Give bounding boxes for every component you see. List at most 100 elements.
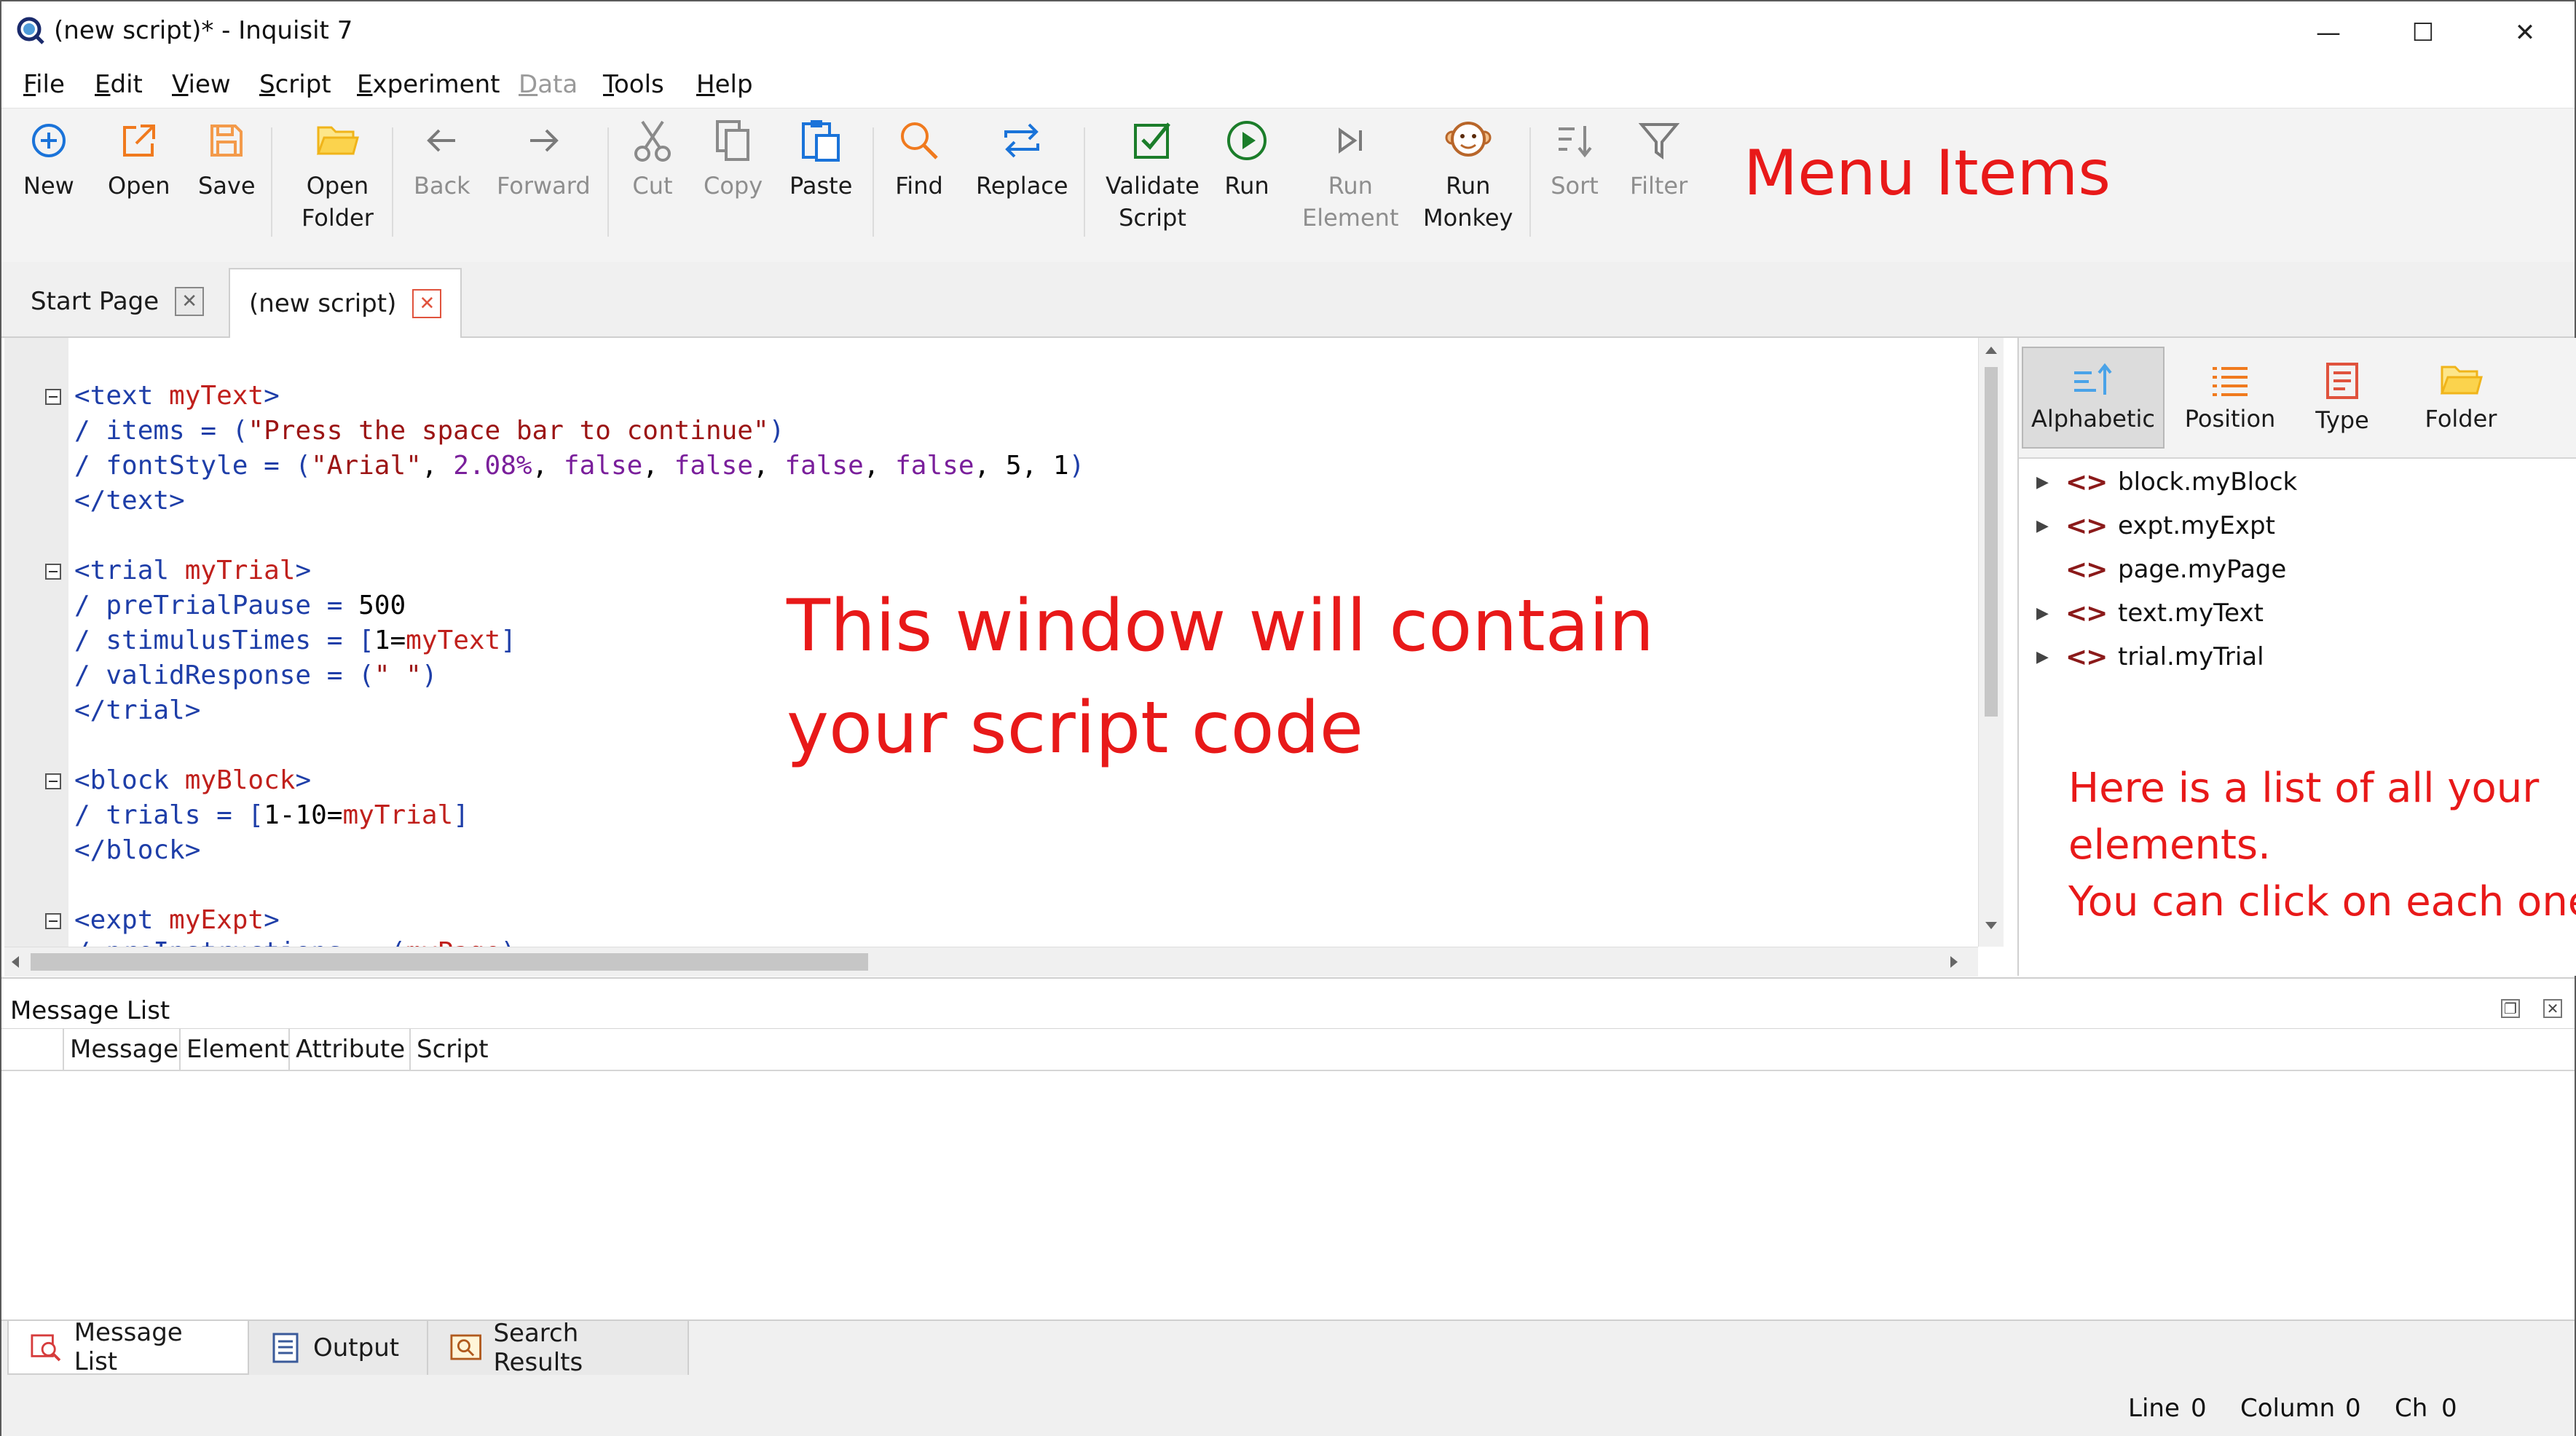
element-item-trial[interactable]: ▶ <> trial.myTrial bbox=[2036, 635, 2264, 679]
run-element-button[interactable]: Run Element bbox=[1302, 116, 1398, 234]
forward-button[interactable]: Forward bbox=[497, 116, 591, 202]
paste-button[interactable]: Paste bbox=[789, 116, 852, 202]
sort-type-button[interactable]: Type bbox=[2291, 347, 2393, 449]
filter-button[interactable]: Filter bbox=[1630, 116, 1687, 202]
expand-arrow-icon[interactable]: ▶ bbox=[2036, 517, 2065, 535]
scroll-up-icon[interactable] bbox=[1984, 344, 1998, 355]
menu-view[interactable]: View bbox=[172, 70, 231, 99]
column-header-element[interactable]: Element bbox=[179, 1029, 291, 1070]
expand-arrow-icon[interactable]: ▶ bbox=[2036, 473, 2065, 492]
column-header-attribute[interactable]: Attribute bbox=[288, 1029, 411, 1070]
sort-folder-button[interactable]: Folder bbox=[2398, 347, 2524, 449]
expand-arrow-icon[interactable]: ▶ bbox=[2036, 648, 2065, 666]
element-item-text[interactable]: ▶ <> text.myText bbox=[2036, 591, 2264, 635]
close-icon[interactable]: ✕ bbox=[175, 287, 205, 316]
minimize-button[interactable]: — bbox=[2281, 7, 2376, 58]
close-panel-button[interactable]: ✕ bbox=[2543, 999, 2562, 1018]
editor-horizontal-scrollbar[interactable] bbox=[4, 947, 1978, 977]
code-token: myTrial bbox=[169, 556, 296, 585]
run-monkey-button[interactable]: Run Monkey bbox=[1423, 116, 1513, 234]
find-button[interactable]: Find bbox=[894, 116, 944, 202]
cut-button[interactable]: Cut bbox=[628, 116, 677, 202]
editor-vertical-scrollbar[interactable] bbox=[1978, 338, 2004, 947]
menu-script[interactable]: Script bbox=[259, 70, 331, 99]
sort-alphabetic-icon bbox=[2074, 363, 2112, 395]
status-line-value: 0 bbox=[2191, 1394, 2207, 1423]
open-folder-button[interactable]: Open Folder bbox=[302, 116, 374, 234]
new-button[interactable]: New bbox=[23, 116, 74, 202]
menu-edit[interactable]: Edit bbox=[95, 70, 143, 99]
replace-label: Replace bbox=[976, 172, 1068, 200]
run-element-label-line2: Element bbox=[1302, 204, 1399, 232]
save-button[interactable]: Save bbox=[198, 116, 256, 202]
validate-script-button[interactable]: Validate Script bbox=[1106, 116, 1200, 234]
tab-new-script[interactable]: (new script) ✕ bbox=[229, 268, 462, 338]
fold-toggle[interactable] bbox=[45, 389, 61, 405]
script-annotation-line2: your script code bbox=[787, 687, 1364, 770]
menu-view-label: iew bbox=[188, 70, 231, 99]
menu-data[interactable]: Data bbox=[519, 70, 578, 99]
code-line: / items = ("Press the space bar to conti… bbox=[74, 414, 784, 449]
scissors-icon bbox=[628, 116, 677, 165]
scroll-down-icon[interactable] bbox=[1984, 920, 1998, 932]
code-token: , bbox=[1021, 451, 1053, 481]
code-line: <trial myTrial> bbox=[74, 553, 311, 588]
open-label: Open bbox=[108, 172, 170, 200]
replace-button[interactable]: Replace bbox=[976, 116, 1068, 202]
scroll-right-icon[interactable] bbox=[1949, 955, 1961, 969]
tab-start-page[interactable]: Start Page ✕ bbox=[12, 268, 223, 335]
save-label: Save bbox=[198, 172, 256, 200]
tab-search-results[interactable]: Search Results bbox=[428, 1319, 689, 1377]
code-token: / validResponse = ( bbox=[74, 660, 374, 690]
horizontal-scroll-thumb[interactable] bbox=[31, 953, 868, 971]
menu-experiment[interactable]: Experiment bbox=[357, 70, 500, 99]
close-window-button[interactable]: ✕ bbox=[2478, 7, 2572, 58]
sort-button[interactable]: Sort bbox=[1550, 116, 1599, 202]
code-token: / preTrialPause = bbox=[74, 591, 359, 620]
document-type-icon bbox=[2326, 363, 2358, 399]
element-item-page[interactable]: <> page.myPage bbox=[2036, 548, 2286, 591]
code-line: / preTrialPause = 500 bbox=[74, 588, 406, 623]
fold-toggle[interactable] bbox=[45, 773, 61, 789]
forward-label: Forward bbox=[497, 172, 591, 200]
inquisit-logo-icon bbox=[17, 17, 44, 44]
menu-tools[interactable]: Tools bbox=[603, 70, 664, 99]
copy-button[interactable]: Copy bbox=[704, 116, 763, 202]
new-label: New bbox=[23, 172, 74, 200]
run-button[interactable]: Run bbox=[1222, 116, 1272, 202]
status-line-label: Line bbox=[2128, 1394, 2180, 1423]
fold-toggle[interactable] bbox=[45, 913, 61, 929]
code-token: ] bbox=[500, 626, 516, 655]
maximize-button[interactable]: ☐ bbox=[2376, 7, 2470, 58]
column-header-script[interactable]: Script bbox=[409, 1029, 511, 1070]
elements-list-annotation: Here is a list of all your elements. You c… bbox=[2068, 760, 2576, 931]
tab-search-results-label: Search Results bbox=[493, 1319, 583, 1377]
sort-position-button[interactable]: Position bbox=[2172, 347, 2288, 449]
fold-toggle[interactable] bbox=[45, 564, 61, 580]
menu-help[interactable]: Help bbox=[696, 70, 753, 99]
element-item-label: page.myPage bbox=[2118, 555, 2287, 584]
float-panel-button[interactable]: ❐ bbox=[2501, 999, 2520, 1018]
column-header-message[interactable]: Message bbox=[63, 1029, 186, 1070]
element-item-expt[interactable]: ▶ <> expt.myExpt bbox=[2036, 504, 2275, 548]
code-token: / fontStyle = ( bbox=[74, 451, 312, 481]
sort-folder-label: Folder bbox=[2425, 405, 2497, 433]
scroll-left-icon[interactable] bbox=[9, 955, 20, 969]
code-token: , bbox=[974, 451, 1006, 481]
element-item-block[interactable]: ▶ <> block.myBlock bbox=[2036, 460, 2297, 504]
sort-alphabetic-button[interactable]: Alphabetic bbox=[2022, 347, 2165, 449]
menu-script-label: cript bbox=[275, 70, 331, 99]
validate-script-label-line2: Script bbox=[1119, 204, 1186, 232]
menu-file[interactable]: File bbox=[23, 70, 65, 99]
tab-output[interactable]: Output bbox=[249, 1321, 428, 1375]
tab-message-list[interactable]: Message List bbox=[7, 1318, 249, 1376]
code-line: <text myText> bbox=[74, 379, 280, 414]
expand-arrow-icon[interactable]: ▶ bbox=[2036, 604, 2065, 623]
back-button[interactable]: Back bbox=[414, 116, 470, 202]
close-icon[interactable]: ✕ bbox=[412, 289, 442, 318]
open-button[interactable]: Open bbox=[108, 116, 170, 202]
elements-annotation-line3: You can click on each one. bbox=[2068, 878, 2576, 926]
vertical-scroll-thumb[interactable] bbox=[1985, 367, 1998, 717]
sort-icon bbox=[1550, 116, 1599, 165]
code-line: / fontStyle = ("Arial", 2.08%, false, fa… bbox=[74, 449, 1084, 484]
